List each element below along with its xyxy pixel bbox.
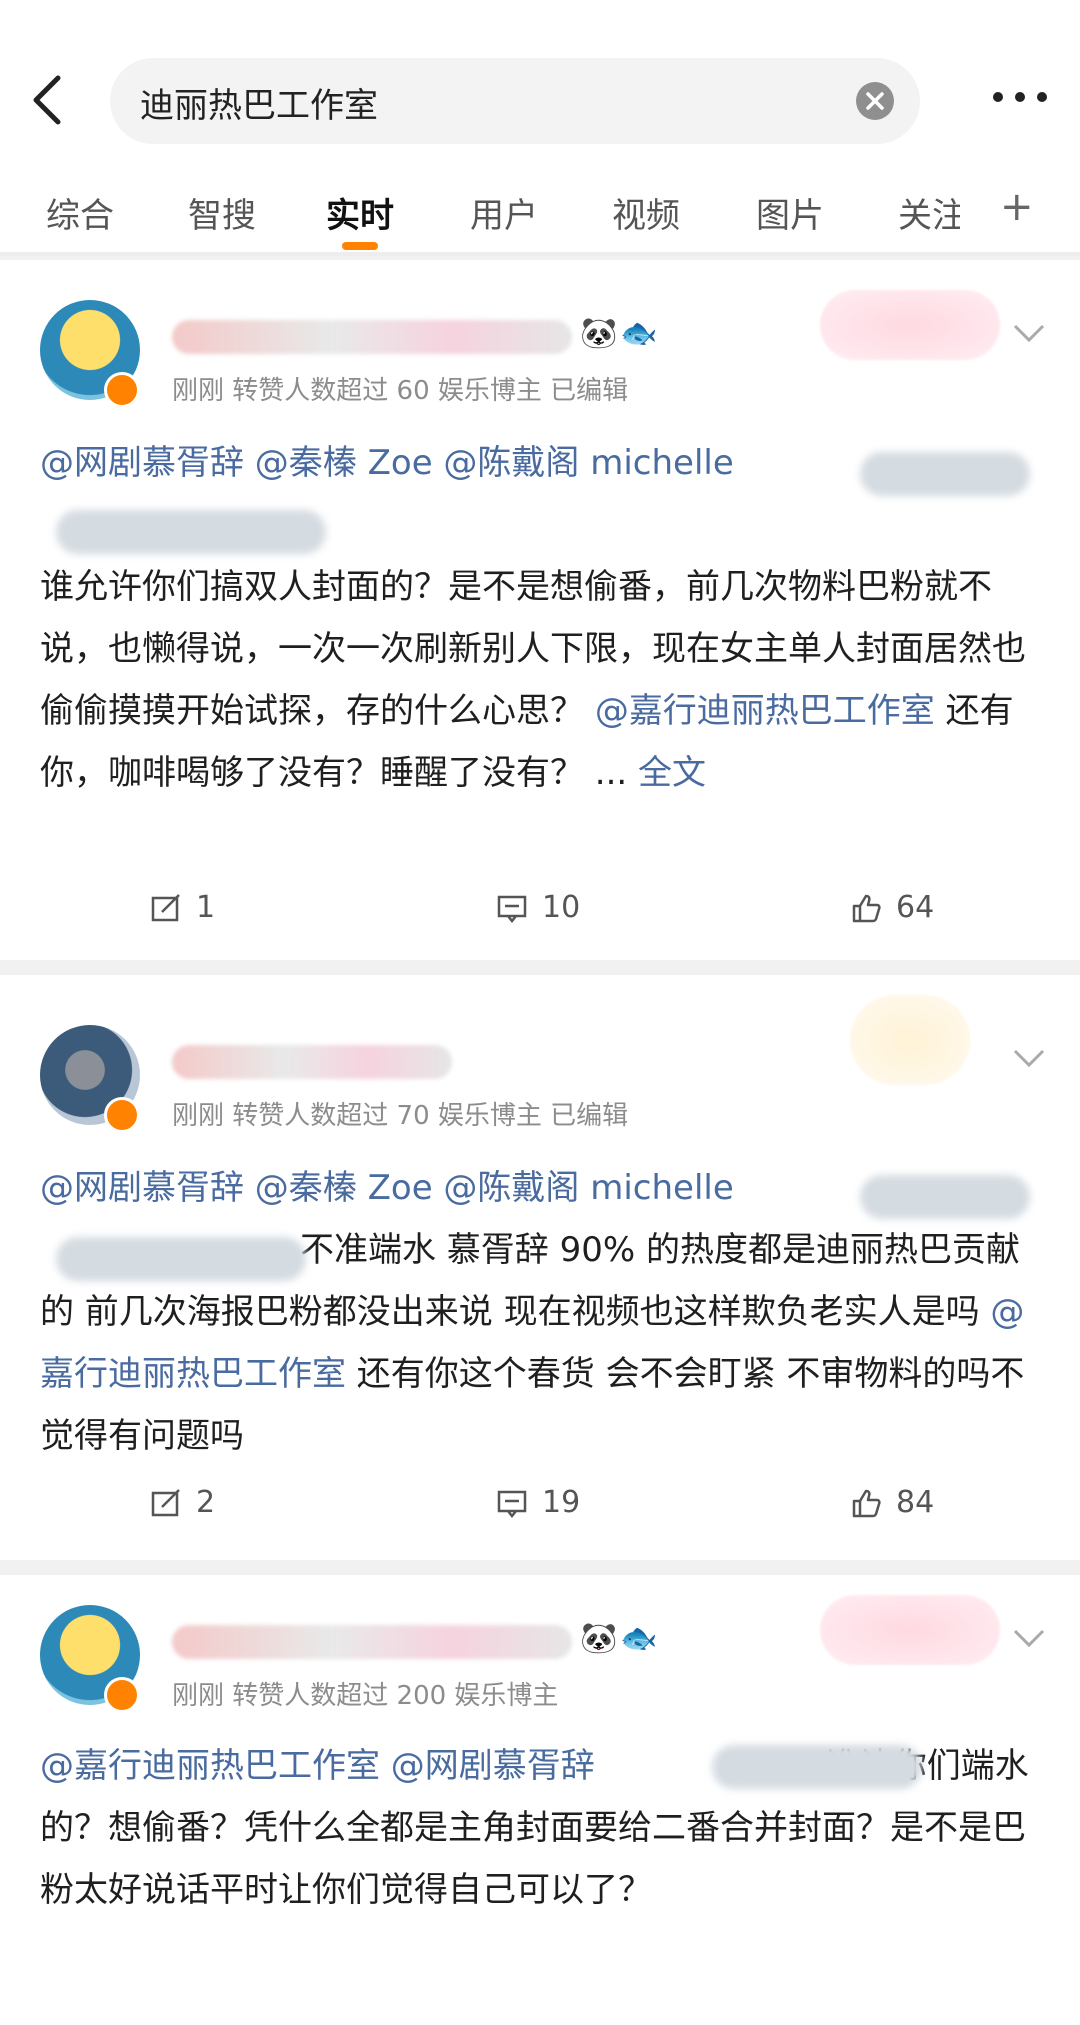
blurred-mention (860, 1175, 1030, 1219)
tab-all[interactable]: 综合 (46, 188, 114, 237)
post-actions: 2 19 84 (0, 1475, 1080, 1535)
active-tab-indicator (342, 242, 378, 250)
blurred-username (172, 320, 572, 354)
verified-badge-icon (104, 1097, 140, 1133)
comment-count: 19 (542, 1485, 581, 1520)
comment-button[interactable]: 19 (496, 1485, 580, 1520)
repost-icon (151, 893, 180, 921)
chevron-down-icon[interactable] (1012, 1627, 1046, 1649)
panda-emoji-icon: 🐼 (580, 1621, 618, 1656)
tab-users[interactable]: 用户 (470, 188, 538, 237)
repost-button[interactable]: 2 (150, 1485, 215, 1520)
more-icon[interactable] (990, 82, 1050, 112)
full-text-link[interactable]: 全文 (638, 753, 706, 793)
post-card[interactable]: 🐼 🐟 刚刚 转赞人数超过 60 娱乐博主 已编辑 @网剧慕胥辞 @秦榛 Zoe… (0, 260, 1080, 960)
blurred-username (172, 1045, 452, 1079)
decoration-sticker (820, 1595, 1000, 1665)
post-meta: 刚刚 转赞人数超过 200 娱乐博主 (172, 1681, 559, 1711)
thumbs-up-icon (852, 894, 881, 922)
tab-smart-search[interactable]: 智搜 (188, 188, 256, 237)
tab-images[interactable]: 图片 (756, 188, 824, 237)
like-count: 64 (896, 890, 935, 925)
search-query: 迪丽热巴工作室 (140, 86, 378, 126)
blurred-mention (56, 1237, 306, 1281)
tab-bar: 综合 智搜 实时 用户 视频 图片 关注 + (0, 180, 1080, 250)
mentions-line[interactable]: @网剧慕胥辞 @秦榛 Zoe @陈戴阁 michelle (40, 1168, 734, 1208)
decoration-sticker (850, 995, 970, 1085)
comment-button[interactable]: 10 (496, 890, 580, 925)
post-card[interactable]: 🐼 🐟 刚刚 转赞人数超过 200 娱乐博主 @嘉行迪丽热巴工作室 @网剧慕胥辞… (0, 1575, 1080, 2025)
blurred-username (172, 1625, 572, 1659)
fish-emoji-icon: 🐟 (620, 1621, 658, 1656)
divider (0, 252, 1080, 256)
like-count: 84 (896, 1485, 935, 1520)
mentions-line[interactable]: @嘉行迪丽热巴工作室 @网剧慕胥辞 (40, 1746, 595, 1786)
tab-videos[interactable]: 视频 (612, 188, 680, 237)
comment-icon (497, 895, 527, 923)
add-tab-icon[interactable]: + (1000, 184, 1034, 230)
comment-icon (497, 1490, 527, 1518)
clear-icon[interactable] (856, 82, 894, 120)
chevron-down-icon[interactable] (1012, 1047, 1046, 1069)
repost-icon (151, 1488, 180, 1516)
decoration-sticker (820, 290, 1000, 360)
post-card[interactable]: 刚刚 转赞人数超过 70 娱乐博主 已编辑 @网剧慕胥辞 @秦榛 Zoe @陈戴… (0, 975, 1080, 1560)
post-actions: 1 10 64 (0, 880, 1080, 940)
mention-link[interactable]: @嘉行迪丽热巴工作室 (595, 691, 935, 731)
like-button[interactable]: 84 (850, 1485, 934, 1520)
thumbs-up-icon (852, 1489, 881, 1517)
fish-emoji-icon: 🐟 (620, 316, 658, 351)
chevron-down-icon[interactable] (1012, 322, 1046, 344)
post-meta: 刚刚 转赞人数超过 60 娱乐博主 已编辑 (172, 376, 629, 406)
blurred-mention (712, 1745, 922, 1789)
repost-button[interactable]: 1 (150, 890, 215, 925)
blurred-mention (860, 452, 1030, 496)
like-button[interactable]: 64 (850, 890, 934, 925)
repost-count: 1 (196, 890, 216, 925)
back-icon[interactable] (28, 70, 68, 130)
verified-badge-icon (104, 1677, 140, 1713)
panda-emoji-icon: 🐼 (580, 316, 618, 351)
repost-count: 2 (196, 1485, 216, 1520)
search-header: 迪丽热巴工作室 综合 智搜 实时 用户 视频 图片 关注 + (0, 0, 1080, 255)
search-input[interactable]: 迪丽热巴工作室 (110, 58, 920, 144)
tab-realtime[interactable]: 实时 (326, 188, 394, 237)
tab-following[interactable]: 关注 (898, 188, 960, 237)
mentions-line[interactable]: @网剧慕胥辞 @秦榛 Zoe @陈戴阁 michelle (40, 443, 734, 483)
blurred-mention (56, 510, 326, 554)
verified-badge-icon (104, 372, 140, 408)
post-meta: 刚刚 转赞人数超过 70 娱乐博主 已编辑 (172, 1101, 629, 1131)
comment-count: 10 (542, 890, 581, 925)
